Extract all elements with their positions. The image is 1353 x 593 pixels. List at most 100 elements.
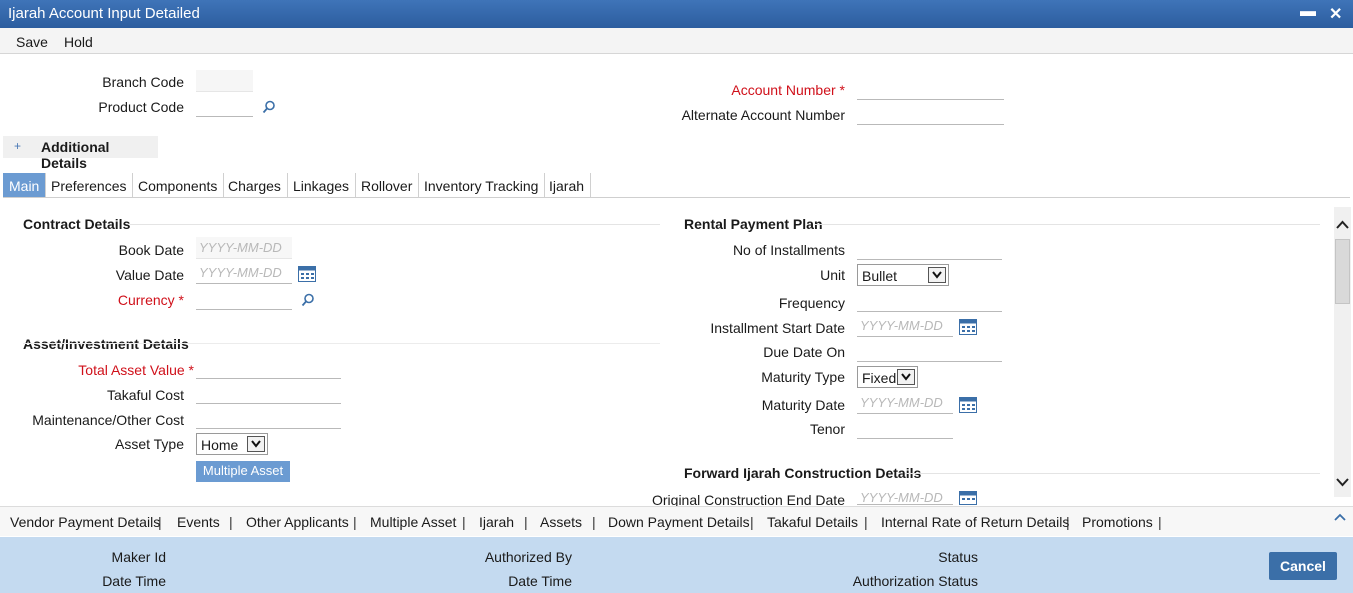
tab-linkages[interactable]: Linkages — [287, 173, 357, 198]
hold-button[interactable]: Hold — [64, 34, 93, 50]
scrollbar-thumb[interactable] — [1335, 239, 1350, 304]
currency-search-icon[interactable] — [301, 293, 315, 307]
maturity-date-label: Maturity Date — [761, 397, 845, 413]
original-construction-end-date-calendar-icon[interactable] — [959, 491, 977, 505]
link-ijarah[interactable]: Ijarah — [479, 514, 514, 530]
tab-preferences[interactable]: Preferences — [45, 173, 134, 198]
chevron-down-icon — [897, 369, 915, 385]
link-separator: | — [592, 514, 596, 530]
currency-input[interactable] — [196, 288, 292, 310]
link-other-applicants[interactable]: Other Applicants — [246, 514, 349, 530]
frequency-label: Frequency — [778, 295, 845, 311]
book-date-input[interactable]: YYYY-MM-DD — [196, 237, 292, 259]
value-date-calendar-icon[interactable] — [298, 266, 316, 282]
link-separator: | — [353, 514, 357, 530]
takaful-cost-label: Takaful Cost — [106, 387, 184, 403]
product-code-search-icon[interactable] — [262, 100, 276, 114]
required-mark: * — [178, 292, 184, 308]
currency-text: Currency — [117, 292, 175, 308]
menu-bar: Save Hold — [0, 28, 1353, 54]
window-titlebar: Ijarah Account Input Detailed ▬ ✕ — [0, 0, 1353, 28]
value-date-label: Value Date — [115, 267, 184, 283]
authorized-by-label: Authorized By — [484, 549, 572, 565]
installment-start-date-calendar-icon[interactable] — [959, 319, 977, 335]
tab-main[interactable]: Main — [3, 173, 47, 198]
maturity-type-value: Fixed — [862, 370, 897, 386]
asset-details-title: Asset/Investment Details — [23, 336, 189, 352]
tenor-label: Tenor — [809, 421, 845, 437]
maturity-type-select[interactable]: Fixed — [857, 366, 918, 388]
tab-charges[interactable]: Charges — [222, 173, 288, 198]
chevron-up-icon[interactable] — [1336, 220, 1349, 230]
frequency-input[interactable] — [857, 290, 1002, 312]
no-of-installments-label: No of Installments — [732, 242, 845, 258]
product-code-input[interactable] — [196, 95, 253, 117]
maturity-date-calendar-icon[interactable] — [959, 397, 977, 413]
chevron-up-icon[interactable] — [1334, 513, 1346, 522]
branch-code-input[interactable] — [196, 70, 253, 92]
asset-type-select[interactable]: Home — [196, 433, 268, 455]
tab-ijarah[interactable]: Ijarah — [543, 173, 592, 198]
alternate-account-number-input[interactable] — [857, 103, 1004, 125]
save-button[interactable]: Save — [16, 34, 48, 50]
required-mark: * — [188, 362, 194, 378]
link-takaful-details[interactable]: Takaful Details — [767, 514, 858, 530]
link-assets[interactable]: Assets — [540, 514, 582, 530]
unit-value: Bullet — [862, 268, 898, 284]
rental-plan-title: Rental Payment Plan — [684, 216, 823, 232]
link-separator: | — [462, 514, 466, 530]
link-down-payment-details[interactable]: Down Payment Details — [608, 514, 750, 530]
account-number-text: Account Number — [731, 82, 836, 98]
chevron-down-icon — [247, 436, 265, 452]
link-internal-rate-of-return-details[interactable]: Internal Rate of Return Details — [881, 514, 1069, 530]
total-asset-value-text: Total Asset Value — [78, 362, 185, 378]
takaful-cost-input[interactable] — [196, 382, 341, 404]
maintenance-cost-input[interactable] — [196, 407, 341, 429]
unit-label: Unit — [820, 267, 845, 283]
link-events[interactable]: Events — [177, 514, 220, 530]
no-of-installments-input[interactable] — [857, 238, 1002, 260]
status-label: Status — [938, 549, 978, 565]
cancel-button[interactable]: Cancel — [1269, 552, 1337, 580]
link-separator: | — [229, 514, 233, 530]
account-number-label: Account Number * — [660, 82, 845, 98]
vertical-scrollbar[interactable] — [1334, 207, 1351, 497]
link-separator: | — [1158, 514, 1162, 530]
link-separator: | — [1066, 514, 1070, 530]
additional-details-toggle[interactable]: + Additional Details — [3, 136, 158, 171]
value-date-input[interactable]: YYYY-MM-DD — [196, 262, 292, 284]
link-vendor-payment-details[interactable]: Vendor Payment Details — [10, 514, 160, 530]
maturity-date-input[interactable]: YYYY-MM-DD — [857, 392, 953, 414]
minimize-icon[interactable]: ▬ — [1300, 3, 1316, 21]
unit-select[interactable]: Bullet — [857, 264, 949, 286]
additional-details-label: Additional Details — [41, 139, 110, 171]
tab-divider — [3, 197, 1350, 198]
original-construction-end-date-input[interactable]: YYYY-MM-DD — [857, 487, 953, 505]
tab-inventory-tracking[interactable]: Inventory Tracking — [418, 173, 546, 198]
link-multiple-asset[interactable]: Multiple Asset — [370, 514, 456, 530]
window-title: Ijarah Account Input Detailed — [8, 5, 200, 22]
chevron-down-icon[interactable] — [1336, 477, 1349, 487]
multiple-asset-button[interactable]: Multiple Asset — [196, 461, 290, 482]
maintenance-cost-label: Maintenance/Other Cost — [32, 412, 184, 428]
installment-start-date-input[interactable]: YYYY-MM-DD — [857, 315, 953, 337]
link-promotions[interactable]: Promotions — [1082, 514, 1153, 530]
link-separator: | — [864, 514, 868, 530]
authorization-status-label: Authorization Status — [852, 573, 978, 589]
close-icon[interactable]: ✕ — [1329, 4, 1342, 24]
account-number-input[interactable] — [857, 78, 1004, 100]
tenor-input[interactable] — [857, 417, 953, 439]
section-divider — [130, 224, 660, 225]
audit-footer: Maker Id Date Time Authorized By Date Ti… — [0, 537, 1353, 593]
section-divider — [905, 473, 1320, 474]
tab-rollover[interactable]: Rollover — [355, 173, 420, 198]
construction-details-title: Forward Ijarah Construction Details — [684, 465, 922, 481]
due-date-on-input[interactable] — [857, 340, 1002, 362]
maker-id-label: Maker Id — [111, 549, 166, 565]
link-separator: | — [524, 514, 528, 530]
contract-details-title: Contract Details — [23, 216, 131, 232]
due-date-on-label: Due Date On — [763, 344, 845, 360]
total-asset-value-input[interactable] — [196, 357, 341, 379]
tab-components[interactable]: Components — [132, 173, 225, 198]
required-mark: * — [839, 82, 845, 98]
